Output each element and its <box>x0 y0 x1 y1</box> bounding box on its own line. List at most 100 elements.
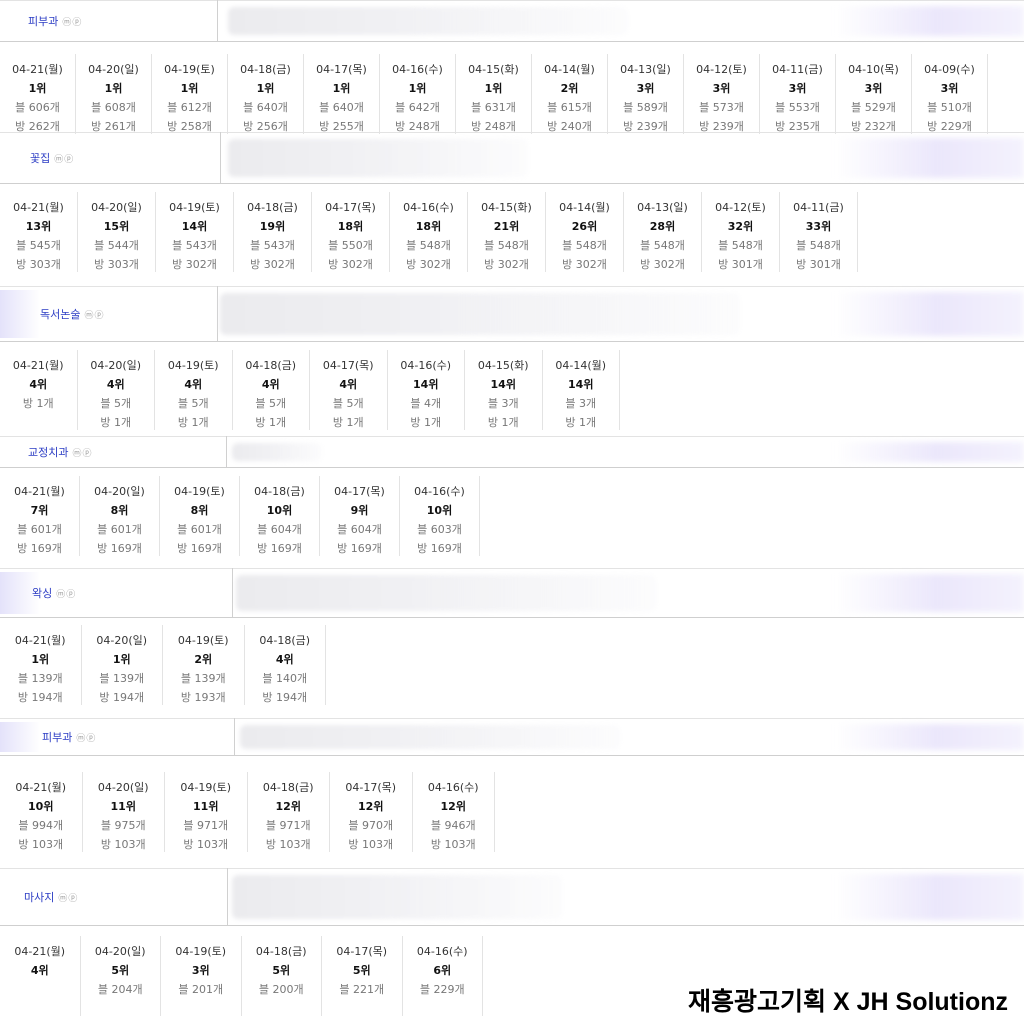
date-label: 04-11(금) <box>772 63 823 76</box>
keyword-text[interactable]: 왁싱 <box>32 585 52 601</box>
blog-count: 블 970개 <box>348 819 394 832</box>
rank-value: 4위 <box>261 378 280 391</box>
mobile-pc-icons: ⓜⓟ <box>56 589 77 600</box>
blurred-url <box>228 139 528 177</box>
keyword-label[interactable]: 피부과 ⓜⓟ <box>28 0 82 42</box>
blog-count: 블 548개 <box>796 239 841 252</box>
keyword-label[interactable]: 피부과 ⓜⓟ <box>42 718 96 756</box>
keyword-label[interactable]: 꽃집 ⓜⓟ <box>30 132 74 184</box>
day-cell: 04-14(월) 2위 블 615개 방 240개 <box>532 54 608 134</box>
rank-value: 33위 <box>805 220 832 233</box>
rank-value: 14위 <box>413 378 439 391</box>
date-label: 04-15(화) <box>481 201 532 214</box>
blog-count: 블 543개 <box>250 239 295 252</box>
day-cell: 04-18(금) 4위 블 5개 방 1개 <box>233 350 310 430</box>
day-cell: 04-19(토) 11위 블 971개 방 103개 <box>165 772 248 852</box>
rank-value: 26위 <box>571 220 598 233</box>
keyword-text[interactable]: 마사지 <box>24 889 54 905</box>
date-label: 04-19(토) <box>169 201 220 214</box>
rank-value: 3위 <box>191 964 210 977</box>
cafe-count: 방 169개 <box>97 542 142 555</box>
cafe-count: 방 1개 <box>255 416 287 429</box>
blog-count: 블 4개 <box>410 397 442 410</box>
date-label: 04-20(일) <box>90 359 142 372</box>
cafe-count: 방 302개 <box>484 258 529 271</box>
date-label: 04-13(일) <box>637 201 688 214</box>
keyword-label[interactable]: 독서논술 ⓜⓟ <box>40 286 105 342</box>
rank-value: 8위 <box>190 504 209 517</box>
blurred-url <box>232 875 562 919</box>
date-label: 04-12(토) <box>696 63 747 76</box>
date-label: 04-21(월) <box>12 359 64 372</box>
rank-value: 14위 <box>568 378 594 391</box>
keyword-text[interactable]: 교정치과 <box>28 444 68 460</box>
cafe-count: 방 103개 <box>100 838 146 851</box>
day-cell: 04-20(일) 1위 블 608개 방 261개 <box>76 54 152 134</box>
day-cell: 04-18(금) 4위 블 140개 방 194개 <box>245 625 326 705</box>
keyword-text[interactable]: 피부과 <box>28 13 58 29</box>
day-cell: 04-20(일) 11위 블 975개 방 103개 <box>83 772 165 852</box>
header-top-border <box>0 718 1024 719</box>
blog-count: 블 5개 <box>332 397 364 410</box>
blog-count: 블 545개 <box>16 239 61 252</box>
rank-value: 1위 <box>332 82 351 95</box>
blog-count: 블 221개 <box>339 983 385 996</box>
rank-value: 4위 <box>30 964 49 977</box>
rank-value: 18위 <box>415 220 442 233</box>
date-label: 04-17(목) <box>334 485 385 498</box>
blog-count: 블 200개 <box>258 983 304 996</box>
rank-value: 1위 <box>112 653 131 666</box>
header-top-border <box>0 132 1024 133</box>
day-cell: 04-21(월) 13위 블 545개 방 303개 <box>0 192 78 272</box>
day-cell: 04-19(토) 8위 블 601개 방 169개 <box>160 476 240 556</box>
rank-history-row: 04-21(월) 1위 블 606개 방 262개 04-20(일) 1위 블 608개 방 … <box>0 54 988 134</box>
blog-count: 블 548개 <box>562 239 607 252</box>
day-cell: 04-15(화) 1위 블 631개 방 248개 <box>456 54 532 134</box>
blog-count: 방 1개 <box>22 397 54 410</box>
blog-count: 블 946개 <box>430 819 476 832</box>
day-cell: 04-21(월) 7위 블 601개 방 169개 <box>0 476 80 556</box>
blurred-url <box>228 7 628 35</box>
blurred-right-area <box>834 574 1024 612</box>
keyword-label[interactable]: 왁싱 ⓜⓟ <box>32 568 76 618</box>
keyword-label[interactable]: 마사지 ⓜⓟ <box>24 868 78 926</box>
date-label: 04-16(수) <box>403 201 454 214</box>
mobile-pc-icons: ⓜⓟ <box>76 733 97 744</box>
date-label: 04-19(토) <box>167 359 219 372</box>
rank-value: 1위 <box>180 82 199 95</box>
keyword-text[interactable]: 피부과 <box>42 729 72 745</box>
rank-value: 5위 <box>272 964 291 977</box>
cafe-count: 방 169개 <box>17 542 62 555</box>
cafe-count: 방 301개 <box>796 258 841 271</box>
keyword-label[interactable]: 교정치과 ⓜⓟ <box>28 436 93 468</box>
date-label: 04-16(수) <box>400 359 452 372</box>
blog-count: 블 604개 <box>257 523 302 536</box>
date-label: 04-17(목) <box>316 63 367 76</box>
date-label: 04-18(금) <box>245 359 297 372</box>
rank-value: 3위 <box>940 82 959 95</box>
blog-count: 블 971개 <box>265 819 311 832</box>
header-bottom-border <box>0 183 1024 184</box>
keyword-text[interactable]: 꽃집 <box>30 150 50 166</box>
day-cell: 04-18(금) 5위 블 200개 <box>242 936 322 1018</box>
day-cell: 04-19(토) 4위 블 5개 방 1개 <box>155 350 233 430</box>
rank-history-row: 04-21(월) 4위 방 1개 04-20(일) 4위 블 5개 방 1개 04-19(토… <box>0 350 620 430</box>
day-cell: 04-13(일) 28위 블 548개 방 302개 <box>624 192 702 272</box>
blog-count: 블 548개 <box>718 239 763 252</box>
cafe-count: 방 1개 <box>410 416 442 429</box>
rank-value: 11위 <box>110 800 136 813</box>
rank-history-row: 04-21(월) 13위 블 545개 방 303개 04-20(일) 15위 블 544개… <box>0 192 858 272</box>
keyword-header: 피부과 ⓜⓟ <box>0 718 1024 756</box>
blog-count: 블 975개 <box>100 819 146 832</box>
keyword-text[interactable]: 독서논술 <box>40 306 80 322</box>
cafe-count <box>242 999 322 1018</box>
date-label: 04-20(일) <box>91 201 142 214</box>
cafe-count: 방 103개 <box>183 838 229 851</box>
date-label: 04-16(수) <box>416 945 468 958</box>
blog-count: 블 631개 <box>471 101 516 114</box>
date-label: 04-16(수) <box>392 63 443 76</box>
blog-count: 블 548개 <box>640 239 685 252</box>
day-cell: 04-21(월) 1위 블 606개 방 262개 <box>0 54 76 134</box>
blog-count: 블 548개 <box>484 239 529 252</box>
date-label: 04-19(토) <box>180 781 232 794</box>
